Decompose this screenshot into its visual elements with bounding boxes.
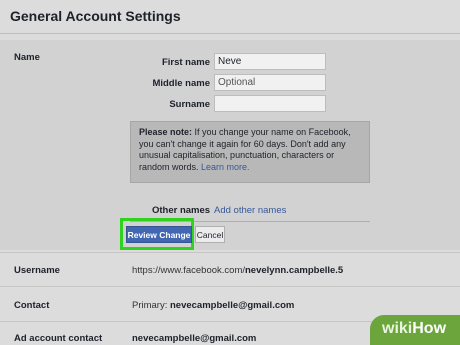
watermark-part2: How bbox=[412, 320, 447, 337]
middle-name-label: Middle name bbox=[152, 78, 210, 89]
row-divider bbox=[0, 252, 460, 253]
wikihow-watermark: wikiHow bbox=[370, 315, 460, 345]
watermark-part1: wiki bbox=[382, 320, 413, 337]
surname-label: Surname bbox=[169, 99, 210, 110]
ad-account-contact-value: nevecampbelle@gmail.com bbox=[132, 333, 256, 344]
username-value: https://www.facebook.com/nevelynn.campbe… bbox=[132, 265, 343, 276]
add-other-names-link[interactable]: Add other names bbox=[214, 205, 286, 216]
other-names-label: Other names bbox=[152, 205, 211, 216]
page-title: General Account Settings bbox=[10, 8, 181, 24]
first-name-input[interactable] bbox=[214, 53, 326, 70]
contact-value: Primary: nevecampbelle@gmail.com bbox=[132, 300, 294, 311]
middle-name-input[interactable] bbox=[214, 74, 326, 91]
name-change-note: Please note: If you change your name on … bbox=[130, 121, 370, 183]
ad-account-contact-email: nevecampbelle@gmail.com bbox=[132, 333, 257, 344]
username-label: Username bbox=[14, 265, 60, 276]
learn-more-link[interactable]: Learn more. bbox=[201, 162, 250, 172]
header-divider bbox=[0, 33, 460, 34]
note-title: Please note: bbox=[139, 127, 193, 137]
ad-account-contact-label: Ad account contact bbox=[14, 333, 103, 344]
contact-label: Contact bbox=[14, 300, 50, 311]
row-divider bbox=[0, 286, 460, 287]
review-change-button[interactable]: Review Change bbox=[126, 226, 192, 243]
cancel-button[interactable]: Cancel bbox=[195, 226, 225, 243]
surname-input[interactable] bbox=[214, 95, 326, 112]
contact-prefix: Primary: bbox=[132, 300, 170, 311]
username-url-prefix: https://www.facebook.com/ bbox=[132, 265, 245, 276]
first-name-label: First name bbox=[161, 57, 210, 68]
username-handle: nevelynn.campbelle.5 bbox=[245, 265, 344, 276]
contact-email: nevecampbelle@gmail.com bbox=[170, 300, 295, 311]
